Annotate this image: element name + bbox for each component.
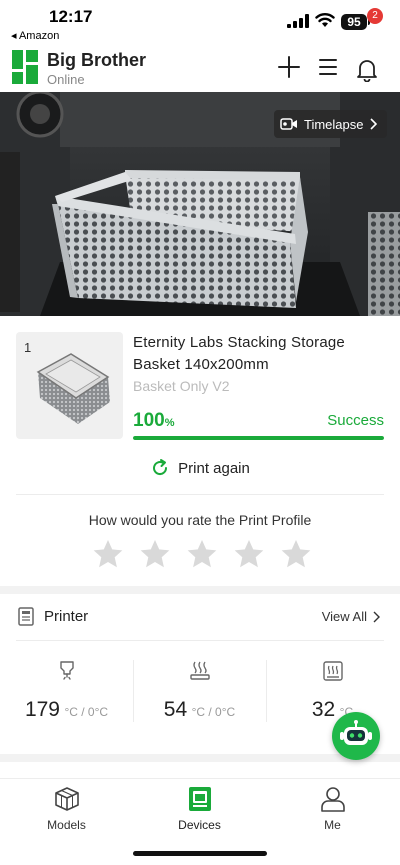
temp-unit: °C / 0°C bbox=[64, 705, 109, 719]
tab-label: Me bbox=[324, 818, 341, 832]
document-icon bbox=[18, 607, 34, 626]
chamber-icon bbox=[323, 661, 343, 681]
tab-label: Devices bbox=[178, 818, 221, 832]
heatbed-temperature[interactable]: 54 °C / 0°C bbox=[133, 660, 266, 730]
divider bbox=[16, 640, 384, 641]
nozzle-temp-readout: 179 °C / 0°C bbox=[0, 698, 133, 722]
print-again-label: Print again bbox=[178, 459, 250, 477]
model-name[interactable]: Eternity Labs Stacking Storage Basket 14… bbox=[133, 332, 389, 376]
notification-badge: 2 bbox=[367, 8, 383, 24]
view-all-label: View All bbox=[321, 609, 367, 624]
plate-name: Basket Only V2 bbox=[133, 378, 230, 394]
status-bar: 12:17 ◂ Amazon 95 bbox=[0, 0, 400, 44]
star-5-icon[interactable] bbox=[280, 538, 312, 570]
printer-icon bbox=[189, 787, 211, 811]
tab-models[interactable]: Models bbox=[0, 781, 133, 841]
progress-bar-fill bbox=[133, 436, 384, 440]
divider bbox=[16, 494, 384, 495]
print-again-button[interactable]: Print again bbox=[0, 455, 400, 481]
rating-prompt: How would you rate the Print Profile bbox=[88, 512, 312, 528]
temp-value: 54 bbox=[163, 698, 188, 721]
home-indicator bbox=[133, 851, 267, 856]
print-status: Success bbox=[327, 412, 384, 429]
tab-devices[interactable]: Devices bbox=[133, 781, 266, 841]
star-4-icon[interactable] bbox=[233, 538, 265, 570]
timelapse-label: Timelapse bbox=[304, 116, 364, 132]
device-name[interactable]: Big Brother bbox=[47, 50, 146, 71]
progress-unit: % bbox=[164, 417, 175, 429]
chevron-right-icon bbox=[370, 118, 378, 130]
wifi-icon bbox=[315, 13, 335, 27]
tab-me[interactable]: Me bbox=[266, 781, 399, 841]
temp-value: 179 bbox=[24, 698, 60, 721]
tab-label: Models bbox=[47, 818, 86, 832]
nozzle-temperature[interactable]: 179 °C / 0°C bbox=[0, 660, 133, 730]
user-icon bbox=[321, 787, 345, 812]
timelapse-button[interactable]: Timelapse bbox=[274, 110, 388, 138]
back-to-app-link[interactable]: ◂ Amazon bbox=[11, 29, 59, 42]
star-rating[interactable] bbox=[92, 538, 312, 570]
chevron-right-icon bbox=[373, 611, 380, 622]
plate-number: 1 bbox=[24, 340, 32, 355]
battery-indicator: 95 bbox=[341, 14, 370, 30]
camera-feed[interactable]: Timelapse bbox=[0, 92, 400, 316]
star-2-icon[interactable] bbox=[139, 538, 171, 570]
view-all-link[interactable]: View All bbox=[322, 609, 380, 624]
star-1-icon[interactable] bbox=[92, 538, 124, 570]
device-status: Online bbox=[47, 72, 85, 87]
model-thumbnail[interactable]: 1 bbox=[16, 332, 123, 439]
heatbed-icon bbox=[190, 661, 210, 680]
progress-bar bbox=[133, 436, 384, 440]
cube-icon bbox=[55, 787, 79, 811]
refresh-icon bbox=[153, 459, 168, 476]
heatbed-temp-readout: 54 °C / 0°C bbox=[133, 698, 266, 722]
menu-icon[interactable] bbox=[315, 54, 341, 80]
nozzle-icon bbox=[60, 661, 74, 680]
assistant-bot-button[interactable] bbox=[332, 712, 380, 760]
status-time: 12:17 bbox=[49, 7, 93, 26]
basket-thumbnail-image bbox=[36, 353, 110, 424]
cellular-signal-icon bbox=[287, 14, 309, 28]
bambu-logo-icon bbox=[12, 50, 38, 84]
robot-icon bbox=[340, 720, 372, 745]
star-3-icon[interactable] bbox=[186, 538, 218, 570]
progress-value: 100 bbox=[133, 410, 165, 431]
add-device-button[interactable] bbox=[276, 54, 302, 80]
temp-unit: °C / 0°C bbox=[191, 705, 236, 719]
notification-bell-icon[interactable] bbox=[354, 56, 380, 82]
progress-percentage: 100% bbox=[133, 410, 174, 432]
video-camera-icon bbox=[280, 118, 297, 130]
printer-section-title: Printer bbox=[44, 608, 89, 625]
section-separator bbox=[0, 586, 400, 594]
